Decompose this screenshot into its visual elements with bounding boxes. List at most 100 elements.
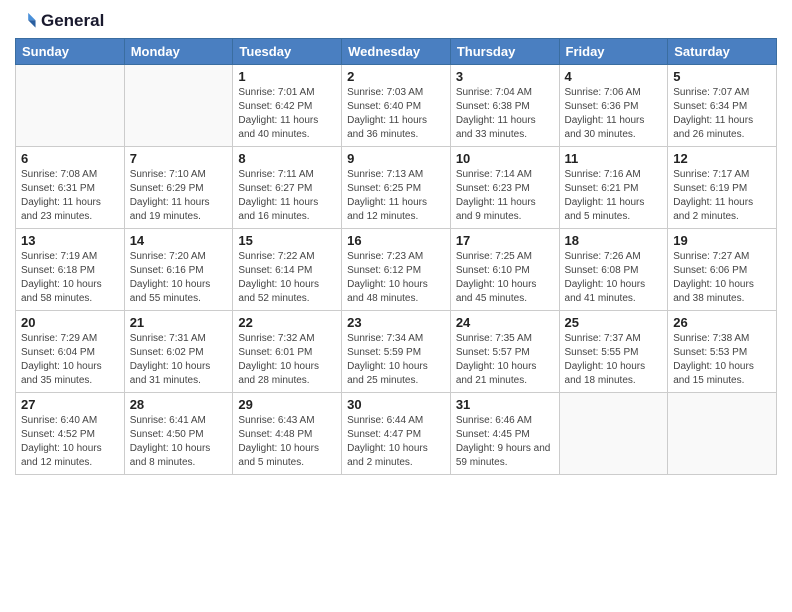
day-info: Sunrise: 7:38 AM Sunset: 5:53 PM Dayligh… bbox=[673, 332, 771, 388]
day-number: 30 bbox=[347, 397, 445, 412]
calendar-cell: 15 Sunrise: 7:22 AM Sunset: 6:14 PM Dayli… bbox=[233, 229, 342, 311]
day-info: Sunrise: 7:19 AM Sunset: 6:18 PM Dayligh… bbox=[21, 250, 119, 306]
day-number: 19 bbox=[673, 233, 771, 248]
week-row-2: 6Sunrise: 7:08 AM Sunset: 6:31 PM Daylig… bbox=[16, 147, 777, 229]
day-number: 17 bbox=[456, 233, 554, 248]
day-info: Sunrise: 7:07 AM Sunset: 6:34 PM Dayligh… bbox=[673, 86, 771, 142]
week-row-4: 20 Sunrise: 7:29 AM Sunset: 6:04 PM Dayli… bbox=[16, 311, 777, 393]
calendar-cell: 25 Sunrise: 7:37 AM Sunset: 5:55 PM Dayli… bbox=[559, 311, 668, 393]
weekday-header-tuesday: Tuesday bbox=[233, 39, 342, 65]
day-number: 28 bbox=[130, 397, 228, 412]
day-number: 29 bbox=[238, 397, 336, 412]
day-number: 4 bbox=[565, 69, 663, 84]
day-number: 20 bbox=[21, 315, 119, 330]
calendar-cell: 14 Sunrise: 7:20 AM Sunset: 6:16 PM Dayli… bbox=[124, 229, 233, 311]
day-info: Sunrise: 7:03 AM Sunset: 6:40 PM Dayligh… bbox=[347, 86, 445, 142]
weekday-header-friday: Friday bbox=[559, 39, 668, 65]
day-number: 14 bbox=[130, 233, 228, 248]
calendar-cell: 11Sunrise: 7:16 AM Sunset: 6:21 PM Dayli… bbox=[559, 147, 668, 229]
calendar-cell: 4 Sunrise: 7:06 AM Sunset: 6:36 PM Daylig… bbox=[559, 65, 668, 147]
day-info: Sunrise: 7:11 AM Sunset: 6:27 PM Dayligh… bbox=[238, 168, 336, 224]
day-info: Sunrise: 7:04 AM Sunset: 6:38 PM Dayligh… bbox=[456, 86, 554, 142]
day-number: 5 bbox=[673, 69, 771, 84]
weekday-header-saturday: Saturday bbox=[668, 39, 777, 65]
day-info: Sunrise: 7:17 AM Sunset: 6:19 PM Dayligh… bbox=[673, 168, 771, 224]
logo-text: General bbox=[41, 12, 104, 31]
day-info: Sunrise: 7:13 AM Sunset: 6:25 PM Dayligh… bbox=[347, 168, 445, 224]
weekday-header-sunday: Sunday bbox=[16, 39, 125, 65]
calendar-cell: 23 Sunrise: 7:34 AM Sunset: 5:59 PM Dayli… bbox=[342, 311, 451, 393]
day-info: Sunrise: 7:32 AM Sunset: 6:01 PM Dayligh… bbox=[238, 332, 336, 388]
day-info: Sunrise: 6:43 AM Sunset: 4:48 PM Dayligh… bbox=[238, 414, 336, 470]
day-number: 21 bbox=[130, 315, 228, 330]
calendar-cell: 8 Sunrise: 7:11 AM Sunset: 6:27 PM Daylig… bbox=[233, 147, 342, 229]
day-number: 31 bbox=[456, 397, 554, 412]
calendar-cell: 31 Sunrise: 6:46 AM Sunset: 4:45 PM Dayli… bbox=[450, 393, 559, 475]
calendar-cell: 17 Sunrise: 7:25 AM Sunset: 6:10 PM Dayli… bbox=[450, 229, 559, 311]
day-info: Sunrise: 7:29 AM Sunset: 6:04 PM Dayligh… bbox=[21, 332, 119, 388]
day-info: Sunrise: 7:22 AM Sunset: 6:14 PM Dayligh… bbox=[238, 250, 336, 306]
calendar-cell: 3Sunrise: 7:04 AM Sunset: 6:38 PM Daylig… bbox=[450, 65, 559, 147]
calendar-cell: 29 Sunrise: 6:43 AM Sunset: 4:48 PM Dayli… bbox=[233, 393, 342, 475]
day-info: Sunrise: 6:44 AM Sunset: 4:47 PM Dayligh… bbox=[347, 414, 445, 470]
logo-icon bbox=[15, 10, 37, 32]
day-info: Sunrise: 7:34 AM Sunset: 5:59 PM Dayligh… bbox=[347, 332, 445, 388]
day-number: 9 bbox=[347, 151, 445, 166]
day-number: 27 bbox=[21, 397, 119, 412]
calendar-cell: 22 Sunrise: 7:32 AM Sunset: 6:01 PM Dayli… bbox=[233, 311, 342, 393]
calendar-cell: 18 Sunrise: 7:26 AM Sunset: 6:08 PM Dayli… bbox=[559, 229, 668, 311]
day-info: Sunrise: 7:10 AM Sunset: 6:29 PM Dayligh… bbox=[130, 168, 228, 224]
day-number: 2 bbox=[347, 69, 445, 84]
calendar-cell: 12Sunrise: 7:17 AM Sunset: 6:19 PM Dayli… bbox=[668, 147, 777, 229]
day-number: 22 bbox=[238, 315, 336, 330]
day-info: Sunrise: 7:25 AM Sunset: 6:10 PM Dayligh… bbox=[456, 250, 554, 306]
day-info: Sunrise: 7:20 AM Sunset: 6:16 PM Dayligh… bbox=[130, 250, 228, 306]
calendar-cell: 28 Sunrise: 6:41 AM Sunset: 4:50 PM Dayli… bbox=[124, 393, 233, 475]
day-info: Sunrise: 7:06 AM Sunset: 6:36 PM Dayligh… bbox=[565, 86, 663, 142]
calendar-cell bbox=[559, 393, 668, 475]
day-number: 26 bbox=[673, 315, 771, 330]
day-info: Sunrise: 7:08 AM Sunset: 6:31 PM Dayligh… bbox=[21, 168, 119, 224]
calendar-table: SundayMondayTuesdayWednesdayThursdayFrid… bbox=[15, 38, 777, 475]
calendar-cell: 26 Sunrise: 7:38 AM Sunset: 5:53 PM Dayli… bbox=[668, 311, 777, 393]
calendar-cell: 10 Sunrise: 7:14 AM Sunset: 6:23 PM Dayli… bbox=[450, 147, 559, 229]
weekday-header-wednesday: Wednesday bbox=[342, 39, 451, 65]
calendar-cell: 27 Sunrise: 6:40 AM Sunset: 4:52 PM Dayli… bbox=[16, 393, 125, 475]
weekday-header-monday: Monday bbox=[124, 39, 233, 65]
week-row-3: 13 Sunrise: 7:19 AM Sunset: 6:18 PM Dayli… bbox=[16, 229, 777, 311]
day-number: 25 bbox=[565, 315, 663, 330]
weekday-header-thursday: Thursday bbox=[450, 39, 559, 65]
logo: General bbox=[15, 10, 104, 32]
week-row-1: 1Sunrise: 7:01 AM Sunset: 6:42 PM Daylig… bbox=[16, 65, 777, 147]
day-number: 13 bbox=[21, 233, 119, 248]
day-info: Sunrise: 6:40 AM Sunset: 4:52 PM Dayligh… bbox=[21, 414, 119, 470]
calendar-cell: 20 Sunrise: 7:29 AM Sunset: 6:04 PM Dayli… bbox=[16, 311, 125, 393]
day-info: Sunrise: 7:23 AM Sunset: 6:12 PM Dayligh… bbox=[347, 250, 445, 306]
day-info: Sunrise: 7:27 AM Sunset: 6:06 PM Dayligh… bbox=[673, 250, 771, 306]
day-info: Sunrise: 7:14 AM Sunset: 6:23 PM Dayligh… bbox=[456, 168, 554, 224]
day-number: 10 bbox=[456, 151, 554, 166]
day-info: Sunrise: 7:37 AM Sunset: 5:55 PM Dayligh… bbox=[565, 332, 663, 388]
day-info: Sunrise: 6:46 AM Sunset: 4:45 PM Dayligh… bbox=[456, 414, 554, 470]
week-row-5: 27 Sunrise: 6:40 AM Sunset: 4:52 PM Dayli… bbox=[16, 393, 777, 475]
day-info: Sunrise: 7:35 AM Sunset: 5:57 PM Dayligh… bbox=[456, 332, 554, 388]
calendar-cell bbox=[16, 65, 125, 147]
calendar-cell: 5 Sunrise: 7:07 AM Sunset: 6:34 PM Daylig… bbox=[668, 65, 777, 147]
day-number: 23 bbox=[347, 315, 445, 330]
calendar-cell bbox=[124, 65, 233, 147]
day-number: 7 bbox=[130, 151, 228, 166]
calendar-cell: 2 Sunrise: 7:03 AM Sunset: 6:40 PM Daylig… bbox=[342, 65, 451, 147]
day-info: Sunrise: 7:31 AM Sunset: 6:02 PM Dayligh… bbox=[130, 332, 228, 388]
day-info: Sunrise: 6:41 AM Sunset: 4:50 PM Dayligh… bbox=[130, 414, 228, 470]
day-number: 16 bbox=[347, 233, 445, 248]
calendar-cell: 6Sunrise: 7:08 AM Sunset: 6:31 PM Daylig… bbox=[16, 147, 125, 229]
calendar-cell: 16 Sunrise: 7:23 AM Sunset: 6:12 PM Dayli… bbox=[342, 229, 451, 311]
calendar-cell: 13 Sunrise: 7:19 AM Sunset: 6:18 PM Dayli… bbox=[16, 229, 125, 311]
calendar-cell: 19 Sunrise: 7:27 AM Sunset: 6:06 PM Dayli… bbox=[668, 229, 777, 311]
calendar-cell bbox=[668, 393, 777, 475]
calendar-cell: 9 Sunrise: 7:13 AM Sunset: 6:25 PM Daylig… bbox=[342, 147, 451, 229]
day-number: 18 bbox=[565, 233, 663, 248]
day-number: 15 bbox=[238, 233, 336, 248]
day-number: 8 bbox=[238, 151, 336, 166]
day-info: Sunrise: 7:26 AM Sunset: 6:08 PM Dayligh… bbox=[565, 250, 663, 306]
